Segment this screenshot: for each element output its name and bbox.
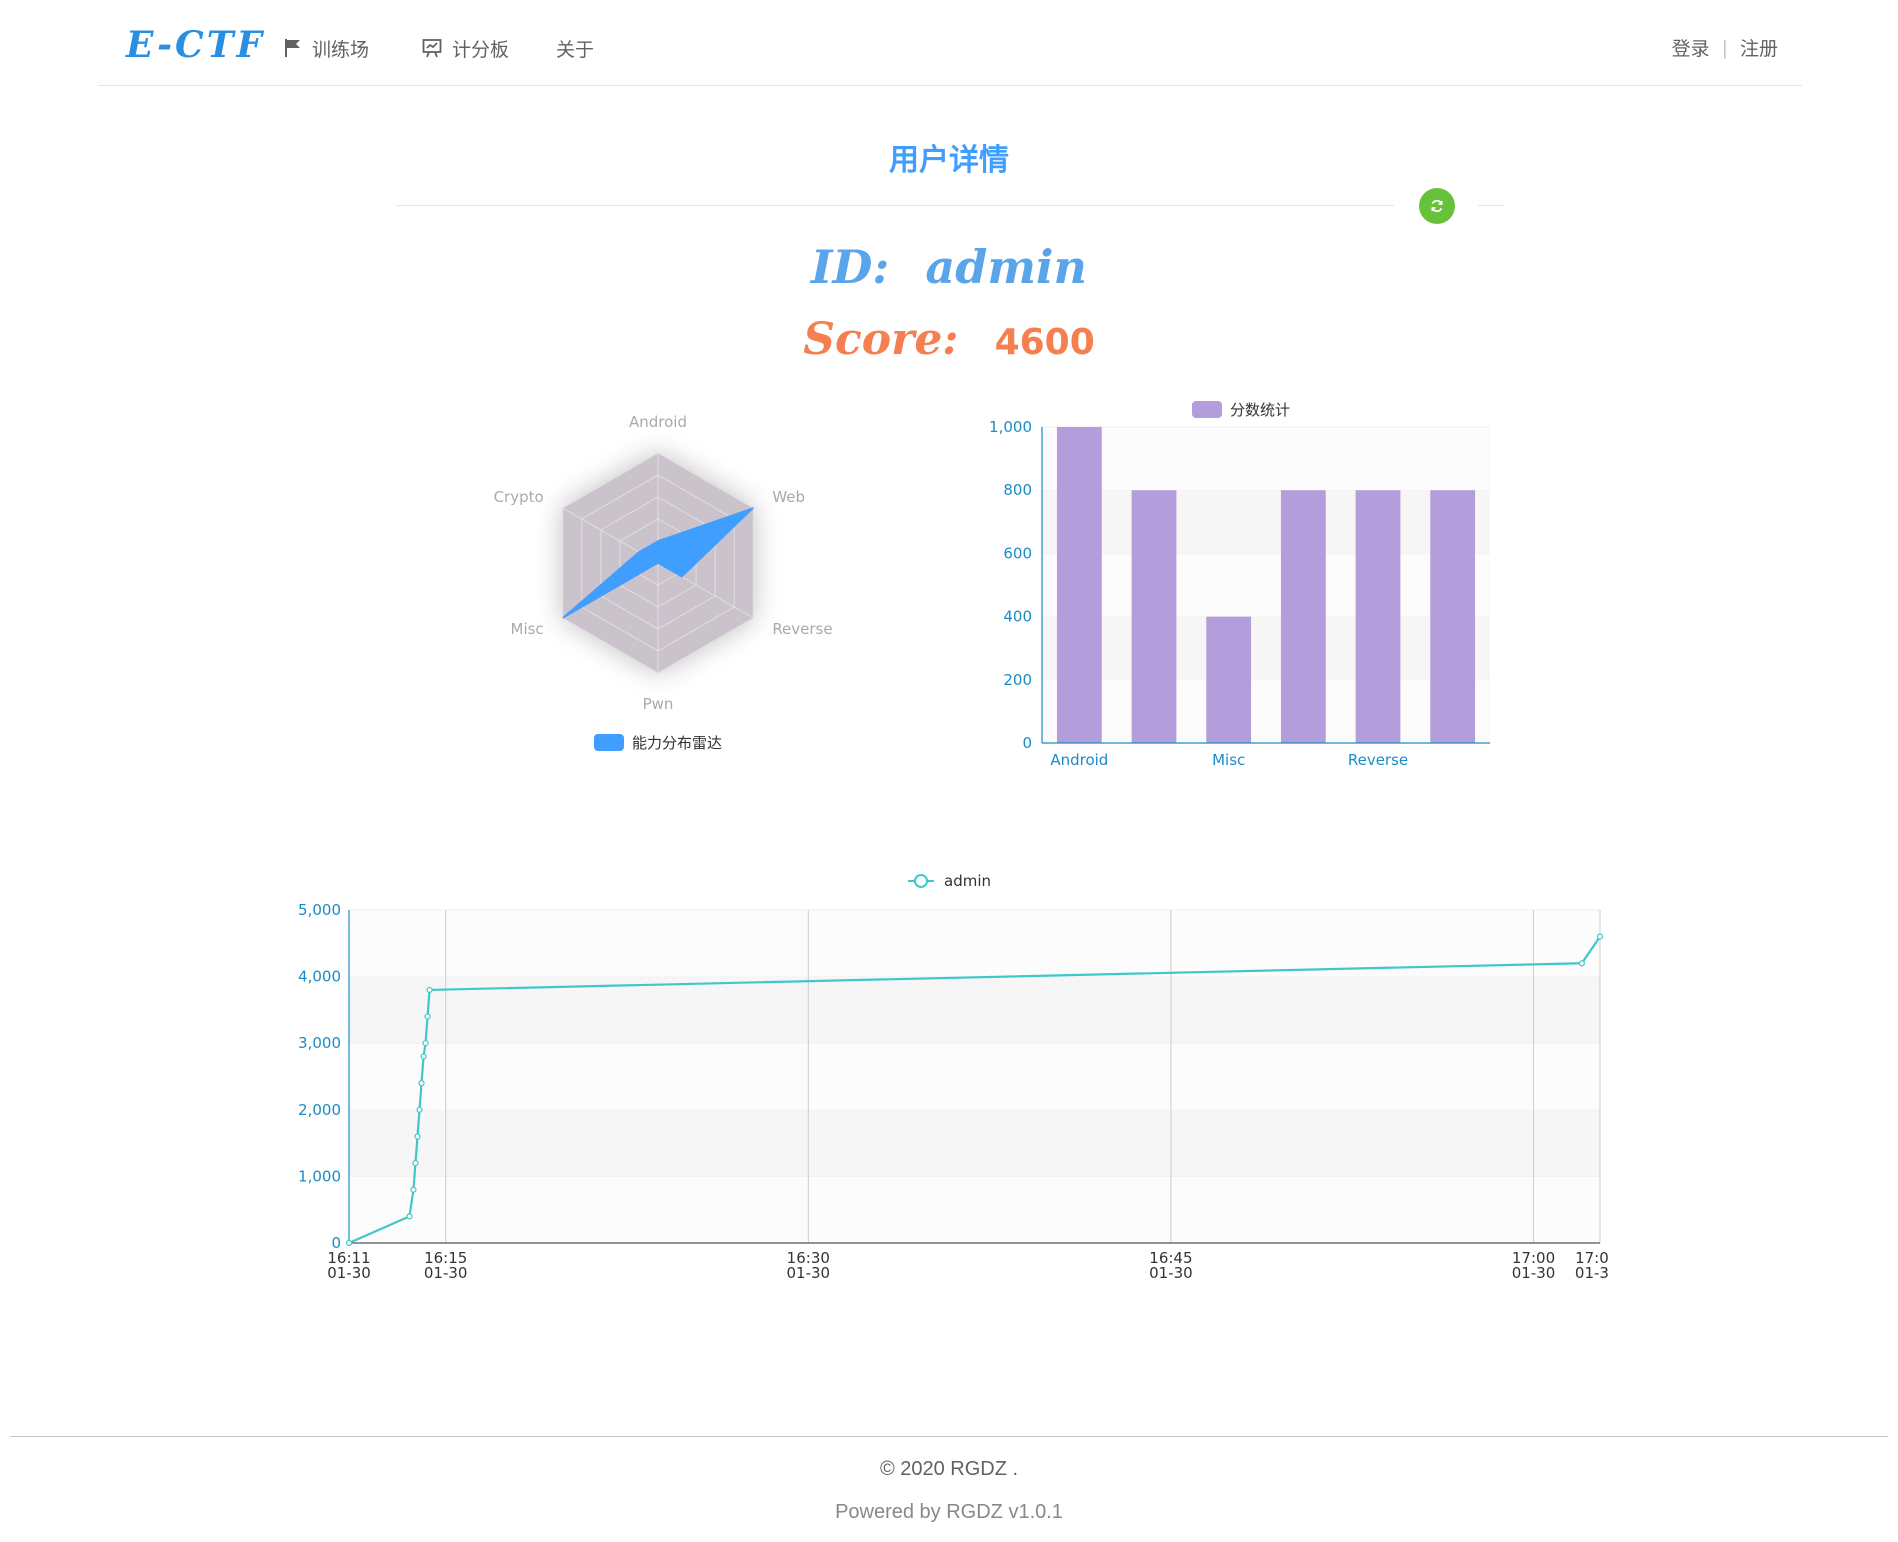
nav-item-about[interactable]: 关于	[556, 34, 594, 62]
nav-item-label: 训练场	[312, 38, 370, 61]
line-x-tick-date: 01-30	[1512, 1264, 1556, 1282]
bar-y-tick-label: 400	[1003, 608, 1032, 626]
register-link[interactable]: 注册	[1740, 34, 1778, 61]
bar-grid-band	[1042, 679, 1490, 743]
line-legend-label: admin	[944, 872, 991, 890]
nav-item-scoreboard[interactable]: 计分板	[422, 34, 509, 62]
bar-grid-band	[1042, 490, 1490, 554]
line-grid-band	[349, 1176, 1600, 1243]
line-data-point	[345, 1239, 353, 1247]
footer-copyright: © 2020 RGDZ .	[879, 1458, 1019, 1480]
footer-powered-by: Powered by RGDZ v1.0.1	[835, 1501, 1063, 1523]
radar-indicator-label: Pwn	[643, 695, 674, 713]
line-data-point	[406, 1213, 413, 1220]
bar-grid-band	[1042, 553, 1490, 617]
title-divider-left	[396, 205, 1394, 206]
line-data-point	[410, 1186, 417, 1193]
top-navbar: E-CTF 训练场 计分板 关于 登录 | 注册	[98, 0, 1802, 86]
line-legend-marker	[914, 874, 928, 888]
bar-reverse	[1355, 490, 1401, 743]
line-data-point	[416, 1106, 423, 1113]
nav-item-label: 关于	[556, 38, 595, 61]
bar-legend-label: 分数统计	[1230, 401, 1290, 419]
line-data-point	[418, 1080, 425, 1087]
bar-crypto	[1280, 490, 1326, 743]
line-x-tick-date: 01-30	[787, 1264, 831, 1282]
bar-android	[1056, 427, 1102, 743]
line-data-point	[424, 1013, 431, 1020]
score-timeline-chart: 01,0002,0003,0004,0005,00016:1101-3016:1…	[298, 872, 1609, 1282]
bar-grid-band	[1042, 616, 1490, 680]
user-id-label: ID:	[811, 240, 890, 294]
radar-legend-label: 能力分布雷达	[632, 734, 722, 752]
line-data-point	[420, 1053, 427, 1060]
flag-icon	[285, 39, 300, 57]
line-data-point	[414, 1133, 421, 1140]
auth-separator: |	[1721, 36, 1728, 59]
bar-web	[1131, 490, 1177, 743]
bar-legend-swatch	[1192, 401, 1222, 418]
line-data-point	[1596, 933, 1604, 940]
title-divider-right	[1478, 205, 1504, 206]
radar-indicator-label: Crypto	[494, 488, 544, 506]
score-bar-chart: 0 200 400 600 800 1,000 Android Misc Reverse 分数统计	[989, 401, 1490, 769]
nav-item-training[interactable]: 训练场	[284, 34, 369, 62]
bar-y-tick-label: 200	[1003, 671, 1032, 689]
line-y-tick-label: 5,000	[298, 901, 341, 919]
bar-pwn	[1430, 490, 1476, 743]
user-score-line: Score: 4600	[0, 314, 1898, 365]
bar-y-tick-label: 600	[1003, 544, 1032, 562]
page-title: 用户详情	[889, 143, 1009, 178]
line-y-tick-label: 3,000	[298, 1034, 341, 1052]
bar-y-tick-label: 0	[1022, 734, 1032, 752]
bar-misc	[1206, 616, 1252, 743]
line-x-tick-date: 01-30	[327, 1264, 371, 1282]
line-data-point	[426, 986, 433, 994]
line-y-tick-label: 1,000	[298, 1167, 341, 1185]
radar-indicator-label: Misc	[511, 620, 544, 638]
line-grid-band	[349, 1043, 1600, 1110]
bar-x-tick-label: Reverse	[1348, 751, 1408, 769]
line-y-tick-label: 2,000	[298, 1101, 341, 1119]
refresh-icon	[1431, 199, 1443, 213]
line-data-point	[1578, 960, 1585, 967]
line-data-point	[422, 1040, 429, 1047]
user-score-label: Score:	[803, 314, 959, 365]
line-grid-band	[349, 1109, 1600, 1177]
radar-indicator-label: Android	[629, 413, 687, 431]
radar-indicator-label: Web	[772, 488, 805, 506]
user-id-value: admin	[925, 240, 1087, 294]
radar-indicator-label: Reverse	[772, 620, 832, 638]
auth-links: 登录 | 注册	[1672, 34, 1778, 61]
presentation-chart-icon	[422, 39, 442, 58]
ability-radar-chart: Android Web Reverse Pwn Misc Crypto 能力分布雷达	[494, 413, 833, 752]
nav-item-label: 计分板	[452, 38, 510, 61]
bar-y-tick-label: 1,000	[989, 418, 1032, 436]
user-id-line: ID: admin	[0, 240, 1898, 294]
login-link[interactable]: 登录	[1672, 34, 1710, 61]
bar-x-tick-label: Misc	[1212, 751, 1245, 769]
bar-x-tick-label: Android	[1050, 751, 1108, 769]
line-x-tick-date: 01-30	[424, 1264, 468, 1282]
line-data-point	[412, 1159, 419, 1167]
radar-legend-swatch	[594, 734, 624, 751]
line-x-tick-date: 01-30	[1149, 1264, 1193, 1282]
bar-y-tick-label: 800	[1003, 481, 1032, 499]
line-y-tick-label: 4,000	[298, 968, 341, 986]
site-logo[interactable]: E-CTF	[126, 24, 265, 66]
refresh-button[interactable]	[1419, 188, 1455, 224]
footer-divider	[10, 1436, 1888, 1437]
bar-grid-band	[1042, 427, 1490, 491]
line-x-tick-date: 01-3	[1575, 1264, 1609, 1282]
user-score-value: 4600	[994, 322, 1095, 363]
